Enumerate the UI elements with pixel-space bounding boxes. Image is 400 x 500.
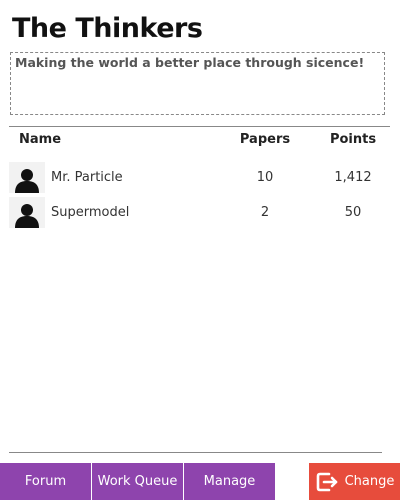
header-points: Points — [329, 132, 377, 147]
header-name: Name — [19, 132, 62, 147]
table-row[interactable]: Mr. Particle 10 1,412 — [9, 162, 390, 197]
member-papers: 2 — [260, 205, 270, 220]
avatar — [9, 162, 45, 193]
header-papers: Papers — [239, 132, 291, 147]
manage-button[interactable]: Manage — [184, 463, 275, 500]
user-silhouette-icon — [15, 204, 39, 228]
divider — [9, 126, 390, 127]
table-row[interactable]: Supermodel 2 50 — [9, 197, 390, 232]
exit-arrow-icon — [316, 472, 337, 491]
avatar — [9, 197, 45, 228]
team-motto-box[interactable]: Making the world a better place through … — [10, 52, 385, 115]
team-motto: Making the world a better place through … — [15, 55, 365, 70]
member-name[interactable]: Mr. Particle — [51, 170, 123, 185]
member-points: 1,412 — [334, 170, 372, 185]
change-team-button[interactable]: Change — [309, 463, 400, 500]
change-label: Change — [344, 474, 395, 489]
team-title: The Thinkers — [12, 13, 203, 44]
work-queue-button[interactable]: Work Queue — [92, 463, 183, 500]
divider — [9, 452, 382, 453]
members-table: Name Papers Points Mr. Particle 10 1,412… — [9, 130, 390, 232]
member-papers: 10 — [256, 170, 274, 185]
member-name[interactable]: Supermodel — [51, 205, 129, 220]
forum-button[interactable]: Forum — [0, 463, 91, 500]
table-header: Name Papers Points — [9, 130, 390, 152]
member-points: 50 — [344, 205, 362, 220]
user-silhouette-icon — [15, 169, 39, 193]
